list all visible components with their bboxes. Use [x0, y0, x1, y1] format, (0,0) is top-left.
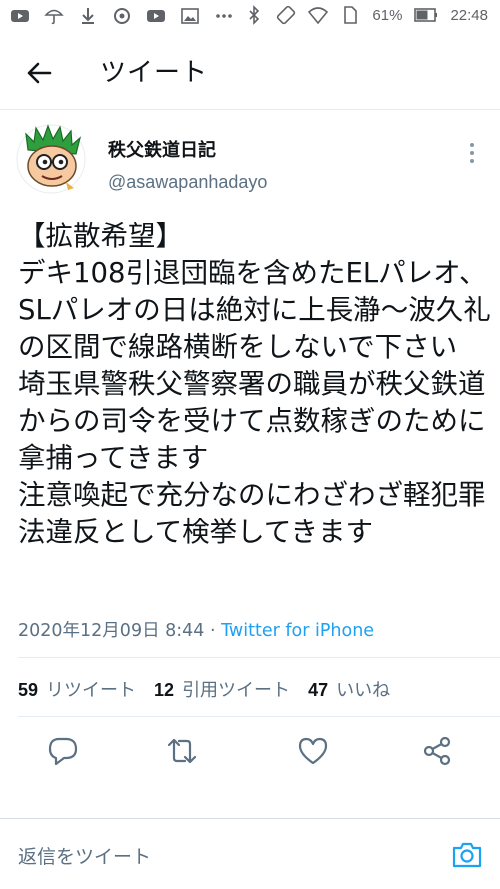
- wifi-icon: [308, 7, 329, 25]
- podcast-icon: [114, 8, 130, 24]
- sim-icon: [344, 6, 358, 24]
- more-dots-icon: [216, 14, 232, 18]
- gallery-icon: [181, 8, 199, 24]
- like-icon[interactable]: [296, 734, 330, 768]
- tweet-meta: 2020年12月09日 8:44 · Twitter for iPhone: [18, 617, 374, 642]
- arrow-left-icon[interactable]: [24, 58, 54, 88]
- top-app-bar: ツイート: [0, 34, 500, 110]
- rotate-icon: [277, 5, 296, 25]
- page-title: ツイート: [100, 58, 209, 88]
- youtube-icon: [11, 10, 29, 22]
- tweet-stats: 59 リツイート 12 引用ツイート 47 いいね: [18, 676, 390, 702]
- youtube-icon: [147, 10, 165, 22]
- meta-separator: ·: [204, 621, 222, 641]
- retweets-label: リツイート: [46, 680, 137, 701]
- quotes-label: 引用ツイート: [182, 680, 291, 701]
- retweets-count: 59: [18, 680, 39, 700]
- quotes-stat[interactable]: 12 引用ツイート: [154, 676, 290, 702]
- tweet-text: 【拡散希望】 デキ108引退団臨を含めたELパレオ、SLパレオの日は絶対に上長瀞…: [18, 220, 491, 548]
- likes-label: いいね: [336, 680, 391, 701]
- reply-input[interactable]: 返信をツイート: [18, 842, 151, 869]
- tweet-timestamp[interactable]: 2020年12月09日 8:44: [18, 621, 204, 641]
- reply-icon[interactable]: [46, 734, 80, 768]
- battery-percent: 61%: [372, 6, 403, 24]
- divider: [18, 716, 500, 717]
- battery-icon: [414, 8, 438, 22]
- bluetooth-icon: [249, 5, 260, 25]
- status-bar: 61% 22:48: [0, 0, 500, 34]
- more-vertical-icon[interactable]: [464, 140, 480, 166]
- share-icon[interactable]: [420, 734, 454, 768]
- clock: 22:48: [450, 6, 488, 24]
- camera-icon[interactable]: [450, 838, 484, 872]
- status-bar-system: 61% 22:48: [244, 5, 488, 25]
- status-bar-notifications: [10, 6, 234, 26]
- download-icon: [82, 8, 94, 24]
- quotes-count: 12: [154, 680, 175, 700]
- retweet-icon[interactable]: [165, 734, 199, 768]
- avatar[interactable]: [16, 124, 86, 194]
- likes-count: 47: [308, 680, 329, 700]
- divider: [0, 818, 500, 819]
- divider: [18, 657, 500, 658]
- tweet-actions: [0, 734, 500, 774]
- tweet-source-link[interactable]: Twitter for iPhone: [221, 621, 374, 641]
- likes-stat[interactable]: 47 いいね: [308, 676, 390, 702]
- retweets-stat[interactable]: 59 リツイート: [18, 676, 136, 702]
- umbrella-icon: [44, 9, 64, 25]
- display-name[interactable]: 秩父鉄道日記: [108, 136, 216, 162]
- user-handle[interactable]: @asawapanhadayo: [108, 172, 267, 193]
